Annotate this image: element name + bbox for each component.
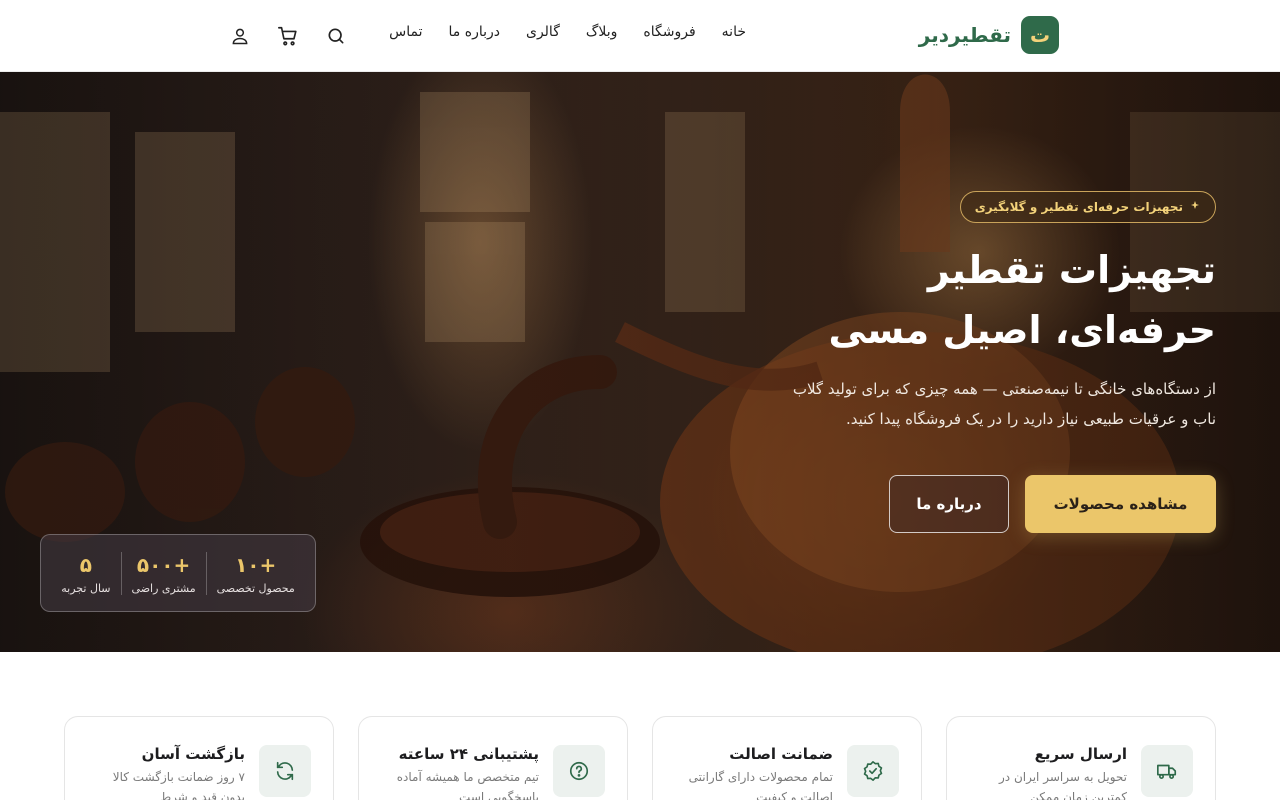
hero-badge-text: تجهیزات حرفه‌ای تقطیر و گلابگیری <box>974 200 1183 214</box>
site-header: ت تقطیردیر خانه فروشگاه وبلاگ گالری دربا… <box>0 0 1280 72</box>
feature-card-body: ارسال سریع تحویل به سراسر ایران در کمتری… <box>969 745 1127 800</box>
feature-card-body: بازگشت آسان ۷ روز ضمانت بازگشت کالا بدون… <box>87 745 245 800</box>
stat-label: سال تجربه <box>61 581 111 595</box>
stat-label: مشتری راضی <box>131 581 196 595</box>
stat-value: +۵۰۰ <box>136 552 191 577</box>
hero-title-line-2: حرفه‌ای، اصیل مسی <box>828 308 1216 352</box>
truck-icon <box>1141 745 1193 797</box>
stat-value: +۱۰ <box>235 552 277 577</box>
feature-title: ضمانت اصالت <box>729 745 833 763</box>
search-icon[interactable] <box>324 24 348 48</box>
stat-value: ۵ <box>79 552 93 577</box>
logo-text: تقطیردیر <box>918 23 1011 47</box>
nav-link-about[interactable]: درباره ما <box>449 24 500 40</box>
feature-text: تحویل به سراسر ایران در کمترین زمان ممکن <box>998 770 1127 800</box>
stat-label: محصول تخصصی <box>216 581 295 595</box>
nav-link-shop[interactable]: فروشگاه <box>643 24 695 40</box>
refresh-icon <box>259 745 311 797</box>
feature-card-authenticity: ضمانت اصالت تمام محصولات دارای گارانتی ا… <box>652 716 922 800</box>
feature-text: تیم متخصص ما همیشه آماده پاسخگویی است <box>396 770 539 800</box>
view-products-button[interactable]: مشاهده محصولات <box>1025 475 1216 533</box>
header-actions <box>228 24 348 48</box>
feature-text: تمام محصولات دارای گارانتی اصالت و کیفیت <box>688 770 833 800</box>
feature-card-body: پشتیبانی ۲۴ ساعته تیم متخصص ما همیشه آما… <box>381 745 539 800</box>
logo-mark: ت <box>1021 16 1059 54</box>
feature-title: ارسال سریع <box>1034 745 1127 763</box>
help-circle-icon <box>553 745 605 797</box>
nav-link-blog[interactable]: وبلاگ <box>586 24 618 40</box>
feature-card-body: ضمانت اصالت تمام محصولات دارای گارانتی ا… <box>675 745 833 800</box>
nav-link-contact[interactable]: تماس <box>389 24 422 40</box>
sparkle-icon <box>1189 200 1201 215</box>
user-icon[interactable] <box>228 24 252 48</box>
feature-text: ۷ روز ضمانت بازگشت کالا بدون قید و شرط <box>112 770 245 800</box>
about-us-button[interactable]: درباره ما <box>889 475 1009 533</box>
main-nav: خانه فروشگاه وبلاگ گالری درباره ما تماس <box>389 24 746 40</box>
hero-badge: تجهیزات حرفه‌ای تقطیر و گلابگیری <box>959 191 1216 223</box>
feature-card-shipping: ارسال سریع تحویل به سراسر ایران در کمتری… <box>946 716 1216 800</box>
stats-panel: +۱۰ محصول تخصصی +۵۰۰ مشتری راضی ۵ سال تج… <box>40 534 316 612</box>
feature-title: پشتیبانی ۲۴ ساعته <box>398 745 539 763</box>
features-row: ارسال سریع تحویل به سراسر ایران در کمتری… <box>64 716 1216 800</box>
stat-products: +۱۰ محصول تخصصی <box>207 552 305 595</box>
nav-link-gallery[interactable]: گالری <box>526 24 560 40</box>
hero-title-line-1: تجهیزات تقطیر <box>927 248 1216 292</box>
nav-link-home[interactable]: خانه <box>722 24 746 40</box>
cart-icon[interactable] <box>276 24 300 48</box>
site-logo[interactable]: ت تقطیردیر <box>919 16 1059 54</box>
stat-experience: ۵ سال تجربه <box>51 551 122 595</box>
check-badge-icon <box>847 745 899 797</box>
hero-section: تجهیزات حرفه‌ای تقطیر و گلابگیری تجهیزات… <box>0 72 1280 652</box>
hero-description: از دستگاه‌های خانگی تا نیمه‌صنعتی — همه … <box>792 380 1216 428</box>
hero-title: تجهیزات تقطیر حرفه‌ای، اصیل مسی <box>796 240 1216 360</box>
feature-card-support: پشتیبانی ۲۴ ساعته تیم متخصص ما همیشه آما… <box>358 716 628 800</box>
stat-customers: +۵۰۰ مشتری راضی <box>122 551 207 595</box>
feature-card-returns: بازگشت آسان ۷ روز ضمانت بازگشت کالا بدون… <box>64 716 334 800</box>
feature-title: بازگشت آسان <box>141 745 245 763</box>
